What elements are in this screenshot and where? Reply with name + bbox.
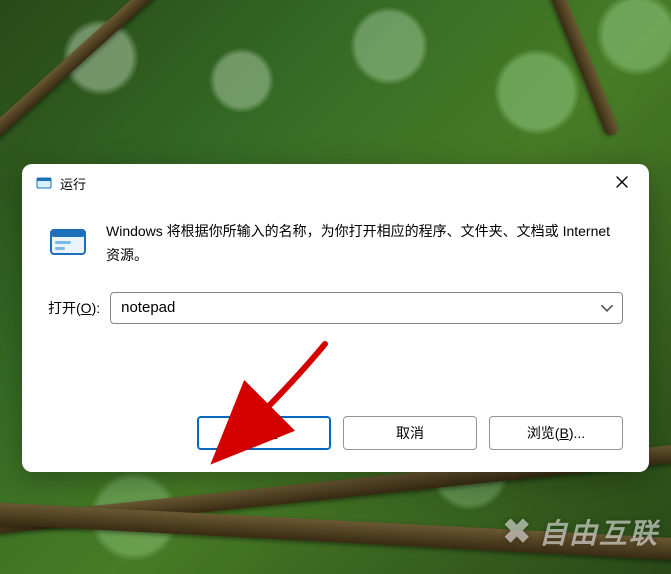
chevron-down-icon[interactable] (600, 301, 614, 315)
titlebar[interactable]: 运行 (22, 164, 649, 202)
browse-button[interactable]: 浏览(B)... (489, 416, 623, 450)
background-branch (480, 0, 620, 137)
ok-button[interactable]: 确定 (197, 416, 331, 450)
window-title: 运行 (60, 174, 86, 193)
cancel-button[interactable]: 取消 (343, 416, 477, 450)
close-button[interactable] (599, 167, 645, 199)
background-branch (0, 0, 216, 143)
run-titlebar-icon (36, 175, 52, 191)
background-branch (0, 500, 671, 563)
dialog-content: Windows 将根据你所输入的名称，为你打开相应的程序、文件夹、文档或 Int… (22, 202, 649, 416)
open-combobox[interactable] (110, 292, 623, 324)
close-icon (616, 175, 628, 191)
run-program-icon (48, 222, 88, 262)
run-dialog: 运行 Windows 将根据你所输入的名称，为你打开相应的程序、文件夹、文档或 … (22, 164, 649, 472)
open-label: 打开(O): (48, 298, 100, 318)
button-row: 确定 取消 浏览(B)... (22, 416, 649, 472)
open-input[interactable] (121, 299, 600, 316)
dialog-description: Windows 将根据你所输入的名称，为你打开相应的程序、文件夹、文档或 Int… (106, 220, 623, 268)
